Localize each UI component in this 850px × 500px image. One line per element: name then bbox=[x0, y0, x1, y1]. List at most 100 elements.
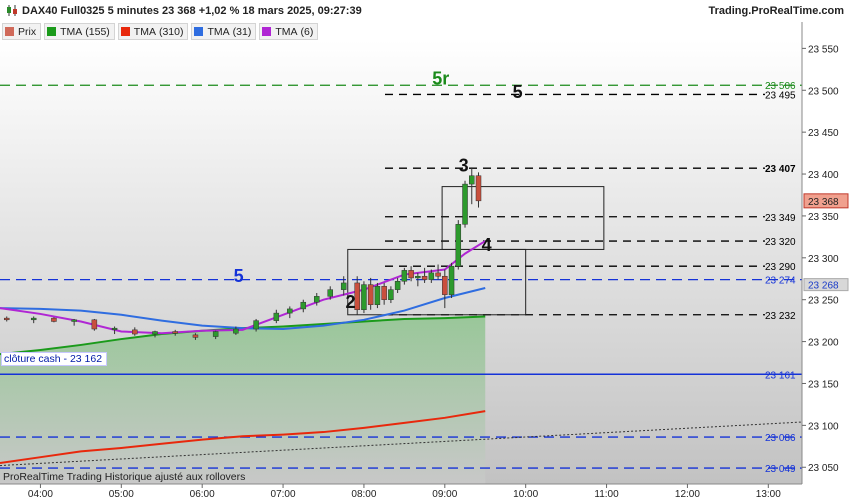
candle-body bbox=[421, 275, 428, 280]
candle-body bbox=[71, 319, 77, 322]
last-price-label: 23 368 bbox=[808, 197, 839, 208]
site-name: Trading.ProRealTime.com bbox=[708, 5, 844, 17]
y-tick-label: 23 100 bbox=[808, 421, 839, 432]
candle-body bbox=[367, 284, 374, 305]
legend-item-price[interactable]: Prix bbox=[2, 23, 42, 40]
y-tick-label: 23 500 bbox=[808, 86, 839, 97]
price-level-label: 23 274 bbox=[765, 276, 796, 287]
wave-label: 3 bbox=[459, 156, 469, 176]
candle-body bbox=[51, 317, 57, 322]
candle-body bbox=[374, 286, 381, 305]
price-level-label: 23 161 bbox=[765, 370, 796, 381]
price-level-label: 23 320 bbox=[765, 237, 796, 248]
candle-body bbox=[408, 270, 414, 279]
candle-body bbox=[91, 319, 98, 330]
legend-item-tma-155[interactable]: TMA (155) bbox=[44, 23, 115, 40]
candle-body bbox=[233, 328, 239, 334]
y-tick-label: 23 550 bbox=[808, 44, 839, 55]
price-chart[interactable]: 23 50623 49523 40723 34923 32023 29023 2… bbox=[0, 0, 850, 500]
candle-body bbox=[475, 175, 482, 202]
x-tick-label: 11:00 bbox=[594, 489, 619, 500]
legend-swatch bbox=[194, 27, 204, 36]
candle-body bbox=[314, 296, 320, 303]
wave-label: 5 bbox=[513, 82, 523, 102]
legend-item-tma-6[interactable]: TMA (6) bbox=[259, 23, 319, 40]
y-tick-label: 23 350 bbox=[808, 212, 839, 223]
candle-body bbox=[253, 320, 259, 330]
candle-body bbox=[442, 275, 448, 295]
price-level-label: 23 086 bbox=[765, 433, 796, 444]
candlestick-icon[interactable] bbox=[6, 4, 18, 17]
legend-period: (31) bbox=[232, 25, 252, 38]
legend-period: (6) bbox=[300, 25, 314, 38]
legend-swatch bbox=[120, 27, 130, 36]
candle-body bbox=[111, 327, 118, 330]
wave-label: 2 bbox=[345, 292, 355, 312]
y-tick-label: 23 250 bbox=[808, 296, 839, 307]
x-tick-label: 05:00 bbox=[109, 489, 134, 500]
candle-body bbox=[448, 265, 455, 295]
candle-body bbox=[30, 317, 37, 321]
legend-label: TMA bbox=[133, 25, 156, 38]
candle-body bbox=[132, 329, 138, 335]
candle-body bbox=[401, 270, 408, 282]
y-tick-label: 23 400 bbox=[808, 170, 839, 181]
candle-body bbox=[340, 282, 347, 290]
candle-body bbox=[287, 308, 293, 314]
candle-body bbox=[381, 286, 387, 300]
x-tick-label: 06:00 bbox=[190, 489, 215, 500]
candle-body bbox=[435, 272, 441, 277]
wave-label: 4 bbox=[482, 235, 492, 255]
candle-body bbox=[462, 183, 468, 225]
chart-title: DAX40 Full0325 5 minutes 23 368 +1,02 % … bbox=[22, 5, 362, 17]
y-tick-label: 23 150 bbox=[808, 379, 839, 390]
y-tick-label: 23 300 bbox=[808, 254, 839, 265]
legend-label: TMA bbox=[207, 25, 230, 38]
candle-body bbox=[394, 281, 401, 290]
wave-label: 5r bbox=[432, 68, 449, 88]
wave-label: 5 bbox=[234, 266, 244, 286]
x-tick-label: 12:00 bbox=[675, 489, 700, 500]
candle-body bbox=[455, 224, 462, 267]
y-tick-label: 23 450 bbox=[808, 128, 839, 139]
legend-swatch bbox=[47, 27, 57, 36]
candle-body bbox=[212, 331, 219, 337]
cash-close-label[interactable]: clôture cash - 23 162 bbox=[1, 352, 108, 366]
candle-body bbox=[361, 284, 367, 311]
legend-period: (310) bbox=[158, 25, 184, 38]
x-tick-label: 13:00 bbox=[756, 489, 781, 500]
candle-body bbox=[3, 317, 10, 321]
price-level-label: 23 232 bbox=[765, 311, 796, 322]
legend-period: (155) bbox=[85, 25, 110, 38]
chart-header: DAX40 Full0325 5 minutes 23 368 +1,02 % … bbox=[0, 0, 850, 22]
footer-note: ProRealTime Trading Historique ajusté au… bbox=[3, 471, 246, 483]
x-tick-label: 08:00 bbox=[351, 489, 376, 500]
candle-body bbox=[327, 289, 333, 297]
price-level-label: 23 268 bbox=[808, 281, 839, 292]
y-tick-label: 23 200 bbox=[808, 338, 839, 349]
price-level-label: 23 290 bbox=[765, 262, 796, 273]
candle-body bbox=[300, 301, 307, 310]
y-tick-label: 23 050 bbox=[808, 463, 839, 474]
candle-body bbox=[415, 275, 421, 279]
legend-item-tma-310[interactable]: TMA (310) bbox=[117, 23, 189, 40]
price-level-label: 23 407 bbox=[765, 164, 796, 175]
legend-swatch bbox=[262, 27, 272, 36]
legend-label: Prix bbox=[18, 25, 37, 38]
legend-item-tma-31[interactable]: TMA (31) bbox=[191, 23, 257, 40]
indicator-legend: Prix TMA (155) TMA (310) TMA (31) TMA (6… bbox=[2, 23, 319, 40]
x-tick-label: 04:00 bbox=[28, 489, 53, 500]
candle-body bbox=[388, 289, 394, 300]
candle-body bbox=[152, 331, 158, 335]
price-level-label: 23 049 bbox=[765, 464, 796, 475]
legend-label: TMA bbox=[60, 25, 83, 38]
legend-label: TMA bbox=[275, 25, 298, 38]
price-level-label: 23 495 bbox=[765, 90, 796, 101]
candle-body bbox=[192, 334, 199, 338]
candle-body bbox=[469, 175, 475, 185]
x-tick-label: 10:00 bbox=[513, 489, 538, 500]
candle-body bbox=[273, 312, 280, 321]
price-level-label: 23 349 bbox=[765, 213, 796, 224]
candle-body bbox=[428, 272, 435, 280]
x-tick-label: 07:00 bbox=[271, 489, 296, 500]
